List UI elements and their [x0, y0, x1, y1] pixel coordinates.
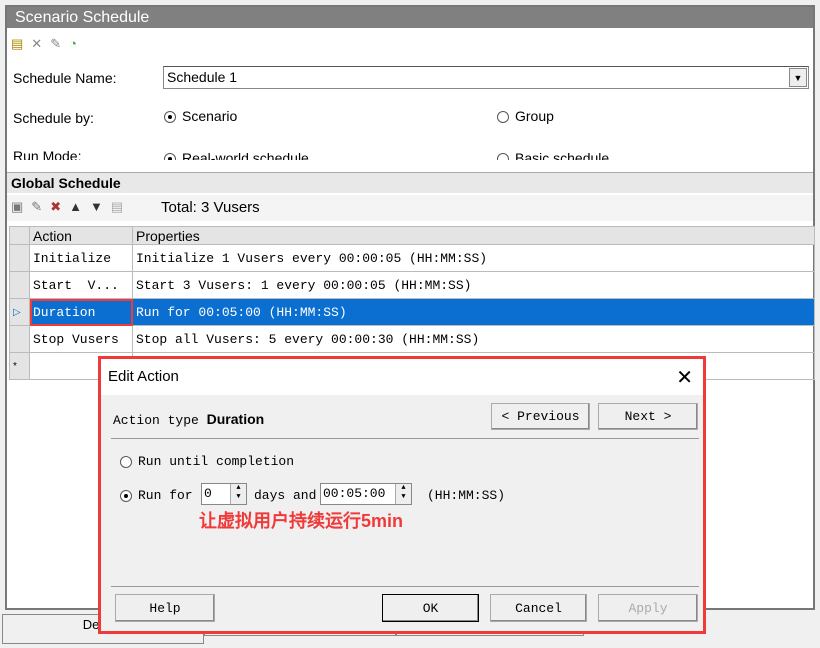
table-row[interactable]: Start V... Start 3 Vusers: 1 every 00:00:… — [9, 271, 815, 299]
new-row-marker: * — [9, 352, 30, 380]
cell: Stop all Vusers: 5 every 00:00:30 (HH:MM… — [132, 325, 815, 353]
total-vusers: Total: 3 Vusers — [161, 199, 260, 216]
radio-label: Run for — [138, 488, 193, 503]
table-row[interactable]: Initialize Initialize 1 Vusers every 00:0… — [9, 244, 815, 272]
edit-action-icon[interactable]: ✎ — [31, 199, 42, 215]
schedule-name-select[interactable]: Schedule 1 ▼ — [163, 66, 809, 89]
radio-basic[interactable]: Basic schedule — [497, 150, 609, 160]
add-action-icon[interactable]: ▣ — [11, 199, 23, 215]
table-row-selected[interactable]: ▷ Duration Run for 00:05:00 (HH:MM:SS) — [9, 298, 815, 326]
delete-icon[interactable]: ✕ — [31, 36, 42, 52]
action-type-value: Duration — [206, 411, 265, 427]
time-unit: (HH:MM:SS) — [427, 488, 506, 503]
radio-real-world[interactable]: Real-world schedule — [164, 150, 309, 160]
days-stepper[interactable]: 0 ▲ ▼ — [201, 483, 247, 505]
time-stepper[interactable]: 00:05:00 ▲ ▼ — [320, 483, 412, 505]
rename-icon[interactable]: ✎ — [50, 36, 61, 52]
cell: Run for 00:05:00 (HH:MM:SS) — [132, 298, 815, 326]
radio-label: Real-world schedule — [182, 150, 309, 160]
days-label: days and — [254, 488, 317, 503]
action-type-label: Action type — [113, 413, 199, 428]
radio-run-for[interactable]: Run for — [120, 488, 193, 503]
apply-button[interactable]: Apply — [598, 594, 698, 622]
annotation-text: 让虚拟用户持续运行5min — [199, 511, 404, 531]
copy-icon[interactable]: ▤ — [111, 199, 123, 215]
chevron-down-icon[interactable]: ▼ — [789, 68, 807, 87]
dialog-title: Edit Action — [101, 359, 703, 395]
radio-label: Group — [515, 108, 554, 124]
radio-run-until-completion[interactable]: Run until completion — [120, 454, 294, 469]
cell: Start 3 Vusers: 1 every 00:00:05 (HH:MM:… — [132, 271, 815, 299]
cell: Initialize — [29, 244, 133, 272]
schedule-name-value: Schedule 1 — [167, 69, 238, 85]
ok-button[interactable]: OK — [382, 594, 479, 622]
time-value: 00:05:00 — [323, 486, 386, 501]
move-down-icon[interactable]: ▼ — [90, 199, 103, 215]
next-button[interactable]: Next > — [598, 403, 698, 430]
column-header: Action — [29, 226, 133, 245]
previous-button[interactable]: < Previous — [491, 403, 590, 430]
spin-arrows-icon[interactable]: ▲ ▼ — [230, 484, 246, 504]
close-icon[interactable]: ✕ — [676, 365, 693, 390]
radio-label: Run until completion — [138, 454, 295, 469]
cancel-button[interactable]: Cancel — [490, 594, 587, 622]
schedule-name-label: Schedule Name: — [13, 70, 117, 86]
radio-scenario[interactable]: Scenario — [164, 108, 237, 124]
schedule-panel: ▤ ✕ ✎ ◔ Schedule Name: Schedule 1 ▼ Sche… — [7, 28, 813, 160]
delete-action-icon[interactable]: ✖ — [50, 199, 61, 215]
run-mode-label: Run Mode: — [13, 148, 82, 160]
cell: Start V... — [29, 271, 133, 299]
row-pointer-icon: ▷ — [9, 298, 30, 326]
window-title: Scenario Schedule — [7, 7, 813, 28]
table-row[interactable]: Stop Vusers Stop all Vusers: 5 every 00:0… — [9, 325, 815, 353]
schedule-by-label: Schedule by: — [13, 110, 94, 126]
global-schedule-title: Global Schedule — [7, 173, 813, 193]
schedule-run-icon[interactable]: ◔ — [69, 36, 77, 52]
cell: Stop Vusers — [29, 325, 133, 353]
help-button[interactable]: Help — [115, 594, 215, 622]
move-up-icon[interactable]: ▲ — [69, 199, 82, 215]
radio-label: Basic schedule — [515, 150, 610, 160]
radio-group[interactable]: Group — [497, 108, 554, 124]
days-value: 0 — [204, 486, 212, 501]
new-schedule-icon[interactable]: ▤ — [11, 36, 23, 52]
spin-arrows-icon[interactable]: ▲ ▼ — [395, 484, 411, 504]
column-header: Properties — [132, 226, 815, 245]
global-toolbar: ▣ ✎ ✖ ▲ ▼ ▤ Total: 3 Vusers — [7, 195, 813, 221]
cell: Initialize 1 Vusers every 00:00:05 (HH:M… — [132, 244, 815, 272]
edit-action-dialog: Edit Action ✕ Action type Duration < Pre… — [98, 356, 706, 634]
radio-label: Scenario — [182, 108, 238, 124]
cell: Duration — [29, 298, 133, 326]
